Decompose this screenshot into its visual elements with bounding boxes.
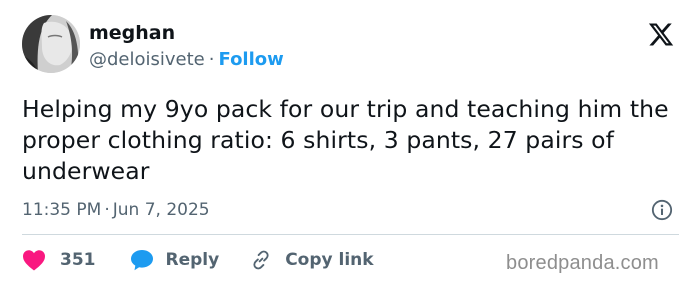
speech-bubble-icon (130, 250, 153, 271)
like-button[interactable]: 351 (22, 249, 96, 271)
x-logo-icon[interactable] (647, 21, 675, 48)
tweet-timestamp[interactable]: 11:35 PM · Jun 7, 2025 (22, 200, 210, 220)
tweet-date: Jun 7, 2025 (112, 200, 210, 220)
timestamp-separator: · (104, 200, 110, 220)
author-handle-row: @deloisivete · Follow (89, 49, 284, 70)
avatar-photo (22, 15, 80, 73)
author-name[interactable]: meghan (89, 22, 175, 44)
author-avatar[interactable] (22, 15, 80, 73)
tweet-actions: 351 Reply Copy link (22, 247, 374, 273)
link-icon (253, 250, 269, 270)
tweet-text: Helping my 9yo pack for our trip and tea… (22, 95, 669, 185)
reply-label: Reply (165, 250, 220, 270)
tweet-time: 11:35 PM (22, 200, 102, 220)
like-count: 351 (60, 250, 96, 270)
copy-link-label: Copy link (285, 250, 374, 270)
info-icon[interactable] (651, 199, 673, 221)
handle-separator: · (208, 49, 215, 70)
reply-button[interactable]: Reply (130, 249, 220, 271)
author-handle[interactable]: @deloisivete (89, 49, 205, 70)
action-divider (22, 234, 679, 235)
watermark: boredpanda.com (506, 252, 659, 274)
follow-button[interactable]: Follow (219, 49, 284, 70)
heart-icon (23, 250, 45, 271)
copy-link-button[interactable]: Copy link (249, 249, 374, 271)
